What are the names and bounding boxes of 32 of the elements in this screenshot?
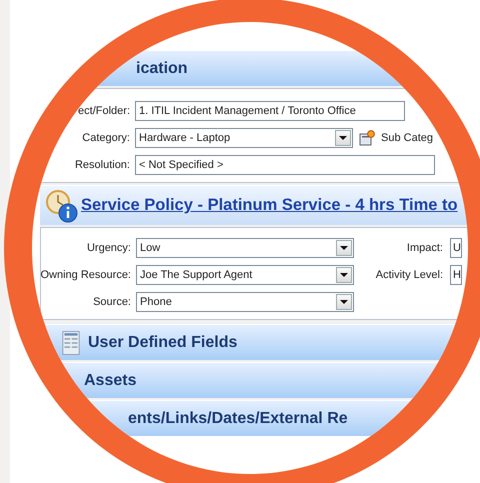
text-field[interactable]: < Not Specified > xyxy=(135,154,435,174)
field-label: Urgency: xyxy=(86,242,131,254)
dropdown-field[interactable]: Hardware - Laptop xyxy=(135,128,353,148)
field-label: ect/Folder: xyxy=(78,104,130,116)
field-label: Activity Level: xyxy=(374,268,444,280)
dropdown-field[interactable]: Joe The Support Agent xyxy=(136,264,354,284)
policy-info-icon xyxy=(44,188,78,222)
category-settings-icon[interactable] xyxy=(359,130,375,146)
section-title: Assets xyxy=(84,372,136,390)
field-label: Source: xyxy=(93,296,131,308)
dropdown-button[interactable] xyxy=(336,266,352,282)
dropdown-button[interactable] xyxy=(336,240,352,256)
dropdown-field[interactable]: Phone xyxy=(136,292,354,312)
field-label: Sub Categ xyxy=(381,132,433,144)
form-list-icon xyxy=(62,330,80,356)
field-label: Category: xyxy=(82,132,130,144)
dropdown-field[interactable]: U xyxy=(450,238,462,258)
section-title: ication xyxy=(136,60,188,78)
field-label: Impact: xyxy=(406,242,444,254)
section-title: User Defined Fields xyxy=(88,334,238,352)
caret-icon xyxy=(340,300,348,304)
dropdown-field[interactable]: H xyxy=(450,264,462,284)
caret-icon xyxy=(340,246,348,250)
dropdown-field[interactable]: Low xyxy=(136,238,354,258)
dropdown-button[interactable] xyxy=(336,294,352,310)
caret-icon xyxy=(340,272,348,276)
caret-icon xyxy=(339,136,347,140)
dropdown-button[interactable] xyxy=(335,130,351,146)
section-title: ents/Links/Dates/External Re xyxy=(128,410,348,428)
field-label: Resolution: xyxy=(74,158,130,170)
field-label: Owning Resource: xyxy=(40,268,131,280)
text-field[interactable]: 1. ITIL Incident Management / Toronto Office xyxy=(135,100,405,120)
